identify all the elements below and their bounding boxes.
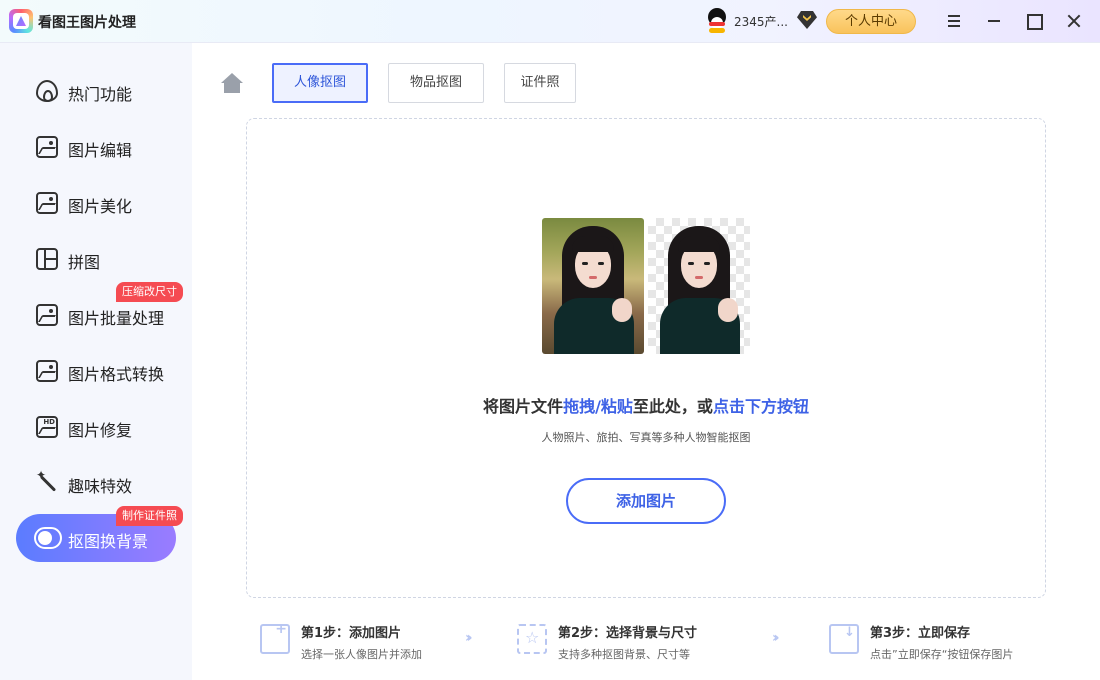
batch-icon [36,304,58,326]
image-edit-icon [36,136,58,158]
home-icon[interactable] [221,73,243,93]
tab-object-cutout[interactable]: 物品抠图 [388,63,484,103]
step-desc: 选择一张人像图片并添加 [301,648,422,661]
cutout-badge: 制作证件照 [116,506,183,526]
sidebar-item-label: 图片批量处理 [68,309,165,328]
sidebar-item-fun-effects[interactable]: 趣味特效 [16,459,176,507]
sidebar-item-beautify[interactable]: 图片美化 [16,179,176,227]
sidebar-item-hot-features[interactable]: 热门功能 [16,67,176,115]
beautify-icon [36,192,58,214]
sidebar-item-label: 趣味特效 [68,477,133,496]
minimize-icon[interactable] [983,10,1005,32]
tab-portrait-cutout[interactable]: 人像抠图 [272,63,368,103]
chevron-right-icon: ›› [465,630,472,646]
step-desc: 点击”立即保存“按钮保存图片 [870,648,1014,661]
sample-cutout-photo [648,218,750,354]
sidebar-item-label: 图片编辑 [68,141,133,160]
sidebar-item-label: 抠图换背景 [68,532,149,551]
tab-id-photo[interactable]: 证件照 [504,63,576,103]
add-image-button[interactable]: 添加图片 [566,478,726,524]
step-3: 第3步：立即保存 点击”立即保存“按钮保存图片 [829,618,1069,668]
hd-repair-icon: HD [36,416,58,438]
chevron-right-icon: ›› [772,630,779,646]
menu-icon[interactable] [943,10,965,32]
sidebar-item-format-convert[interactable]: 图片格式转换 [16,347,176,395]
sidebar-item-image-edit[interactable]: 图片编辑 [16,123,176,171]
convert-icon [36,360,58,382]
step-title: 第2步：选择背景与尺寸 [558,626,698,641]
drop-subtext: 人物照片、旅拍、写真等多种人物智能抠图 [541,431,751,444]
sidebar-item-collage[interactable]: 拼图 [16,235,176,283]
drop-text-highlight: 点击下方按钮 [712,397,809,416]
sidebar: 热门功能 图片编辑 图片美化 拼图 图片批量处理 图片格式转换 HD 图片修复 … [0,43,192,680]
drop-instructions: 将图片文件拖拽/粘贴至此处，或点击下方按钮 [246,393,1046,417]
app-title: 看图王图片处理 [38,15,136,31]
sidebar-item-label: 拼图 [68,253,101,272]
qq-avatar-icon[interactable] [706,8,728,34]
toggle-icon [34,527,62,549]
maximize-icon[interactable] [1022,10,1044,32]
vip-diamond-icon[interactable] [797,11,817,29]
personal-center-button[interactable]: 个人中心 [826,9,916,34]
step-desc: 支持多种抠图背景、尺寸等 [558,648,690,661]
sidebar-item-label: 图片修复 [68,421,133,440]
step-1: 第1步：添加图片 选择一张人像图片并添加 [260,618,460,668]
step-title: 第3步：立即保存 [870,626,971,641]
download-icon [829,624,859,654]
step-title: 第1步：添加图片 [301,626,402,641]
flame-icon [36,80,58,102]
add-image-icon [260,621,290,654]
magic-wand-icon [36,468,58,494]
close-icon[interactable] [1063,10,1085,32]
username[interactable]: 2345产... [734,13,788,30]
sidebar-item-label: 图片格式转换 [68,365,165,384]
drop-zone[interactable] [246,118,1046,598]
sidebar-item-repair[interactable]: HD 图片修复 [16,403,176,451]
app-logo-icon [9,9,33,33]
drop-text-part: 将图片文件 [483,397,564,416]
batch-badge: 压缩改尺寸 [116,282,183,302]
title-bar: 看图王图片处理 2345产... 个人中心 [0,0,1100,43]
sidebar-item-label: 热门功能 [68,85,133,104]
drop-text-part: 至此处，或 [632,397,713,416]
drop-text-highlight: 拖拽/粘贴 [563,397,633,416]
sidebar-item-label: 图片美化 [68,197,133,216]
sample-original-photo [542,218,644,354]
step-2: 第2步：选择背景与尺寸 支持多种抠图背景、尺寸等 [517,618,757,668]
collage-icon [36,248,58,270]
star-icon [517,624,547,654]
